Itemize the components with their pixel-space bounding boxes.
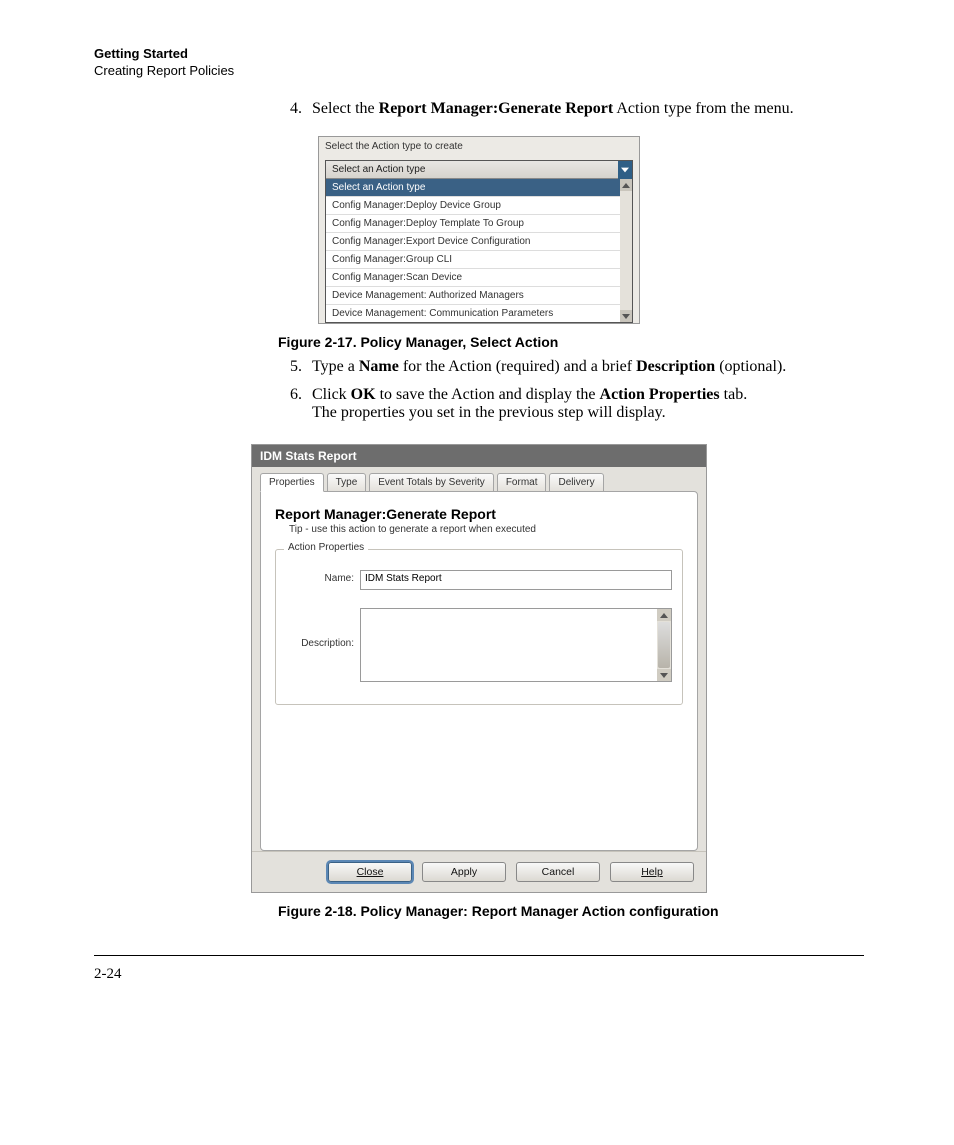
tab-format[interactable]: Format <box>497 473 547 492</box>
description-textarea[interactable] <box>360 608 672 682</box>
group-legend: Action Properties <box>284 542 368 553</box>
page-number: 2-24 <box>94 966 864 983</box>
scroll-down-icon[interactable] <box>620 310 632 322</box>
tab-event-totals[interactable]: Event Totals by Severity <box>369 473 494 492</box>
scroll-down-icon[interactable] <box>657 669 671 681</box>
tab-properties[interactable]: Properties <box>260 473 324 492</box>
step6-c: to save the Action and display the <box>376 386 600 403</box>
description-label: Description: <box>286 608 360 649</box>
select-dropdown-button[interactable] <box>618 161 632 179</box>
name-input[interactable]: IDM Stats Report <box>360 570 672 590</box>
action-properties-group: Action Properties Name: IDM Stats Report… <box>275 549 683 705</box>
step5-b: Name <box>359 358 399 375</box>
step6-d: Action Properties <box>600 386 720 403</box>
step-6: 6. Click OK to save the Action and displ… <box>278 386 864 422</box>
cancel-button[interactable]: Cancel <box>516 862 600 882</box>
scroll-up-icon[interactable] <box>620 179 632 191</box>
select-option[interactable]: Config Manager:Scan Device <box>326 268 632 286</box>
panel-titlebar: IDM Stats Report <box>252 445 706 467</box>
step-4-num: 4. <box>278 100 302 118</box>
step-5-num: 5. <box>278 358 302 376</box>
select-head-row: Select an Action type <box>326 161 632 179</box>
header-subsection: Creating Report Policies <box>94 63 864 78</box>
select-option-highlighted[interactable]: Select an Action type <box>326 179 632 196</box>
step5-d: Description <box>636 358 715 375</box>
step4-bold: Report Manager:Generate Report <box>379 100 614 117</box>
textarea-scrollbar[interactable] <box>657 609 671 681</box>
step-4: 4. Select the Report Manager:Generate Re… <box>278 100 864 118</box>
action-type-select[interactable]: Select an Action type Select an Action t… <box>325 160 633 323</box>
tab-row: Properties Type Event Totals by Severity… <box>260 473 698 492</box>
action-main-title: Report Manager:Generate Report <box>275 506 683 522</box>
figure-2-17-caption: Figure 2-17. Policy Manager, Select Acti… <box>278 334 864 350</box>
header-section: Getting Started <box>94 46 864 61</box>
scroll-thumb[interactable] <box>658 622 670 668</box>
help-button[interactable]: Help <box>610 862 694 882</box>
tab-delivery[interactable]: Delivery <box>549 473 603 492</box>
figure-2-18: IDM Stats Report Properties Type Event T… <box>251 444 707 893</box>
step6-b: OK <box>351 386 376 403</box>
step4-pre: Select the <box>312 100 379 117</box>
select-option[interactable]: Device Management: Communication Paramet… <box>326 304 632 322</box>
select-option[interactable]: Config Manager:Deploy Device Group <box>326 196 632 214</box>
step6-a: Click <box>312 386 351 403</box>
footer-rule <box>94 955 864 956</box>
step4-post: Action type from the menu. <box>613 100 793 117</box>
select-action-prompt: Select the Action type to create <box>319 137 639 160</box>
tab-type[interactable]: Type <box>327 473 367 492</box>
select-head-text: Select an Action type <box>332 164 425 175</box>
step5-a: Type a <box>312 358 359 375</box>
step5-e: (optional). <box>715 358 786 375</box>
apply-button[interactable]: Apply <box>422 862 506 882</box>
select-option[interactable]: Device Management: Authorized Managers <box>326 286 632 304</box>
step6-e: tab. <box>720 386 748 403</box>
select-option[interactable]: Config Manager:Export Device Configurati… <box>326 232 632 250</box>
step-6-num: 6. <box>278 386 302 422</box>
close-button[interactable]: Close <box>328 862 412 882</box>
step-5: 5. Type a Name for the Action (required)… <box>278 358 864 376</box>
button-bar: Close Apply Cancel Help <box>252 851 706 892</box>
select-option[interactable]: Config Manager:Group CLI <box>326 250 632 268</box>
select-scrollbar[interactable] <box>620 179 632 322</box>
action-tip: Tip - use this action to generate a repo… <box>289 524 683 535</box>
scroll-up-icon[interactable] <box>657 609 671 621</box>
figure-2-17: Select the Action type to create Select … <box>318 136 640 324</box>
name-label: Name: <box>286 570 360 584</box>
step6-line2: The properties you set in the previous s… <box>312 404 864 422</box>
step5-c: for the Action (required) and a brief <box>399 358 636 375</box>
select-option[interactable]: Config Manager:Deploy Template To Group <box>326 214 632 232</box>
figure-2-18-caption: Figure 2-18. Policy Manager: Report Mana… <box>278 903 864 919</box>
